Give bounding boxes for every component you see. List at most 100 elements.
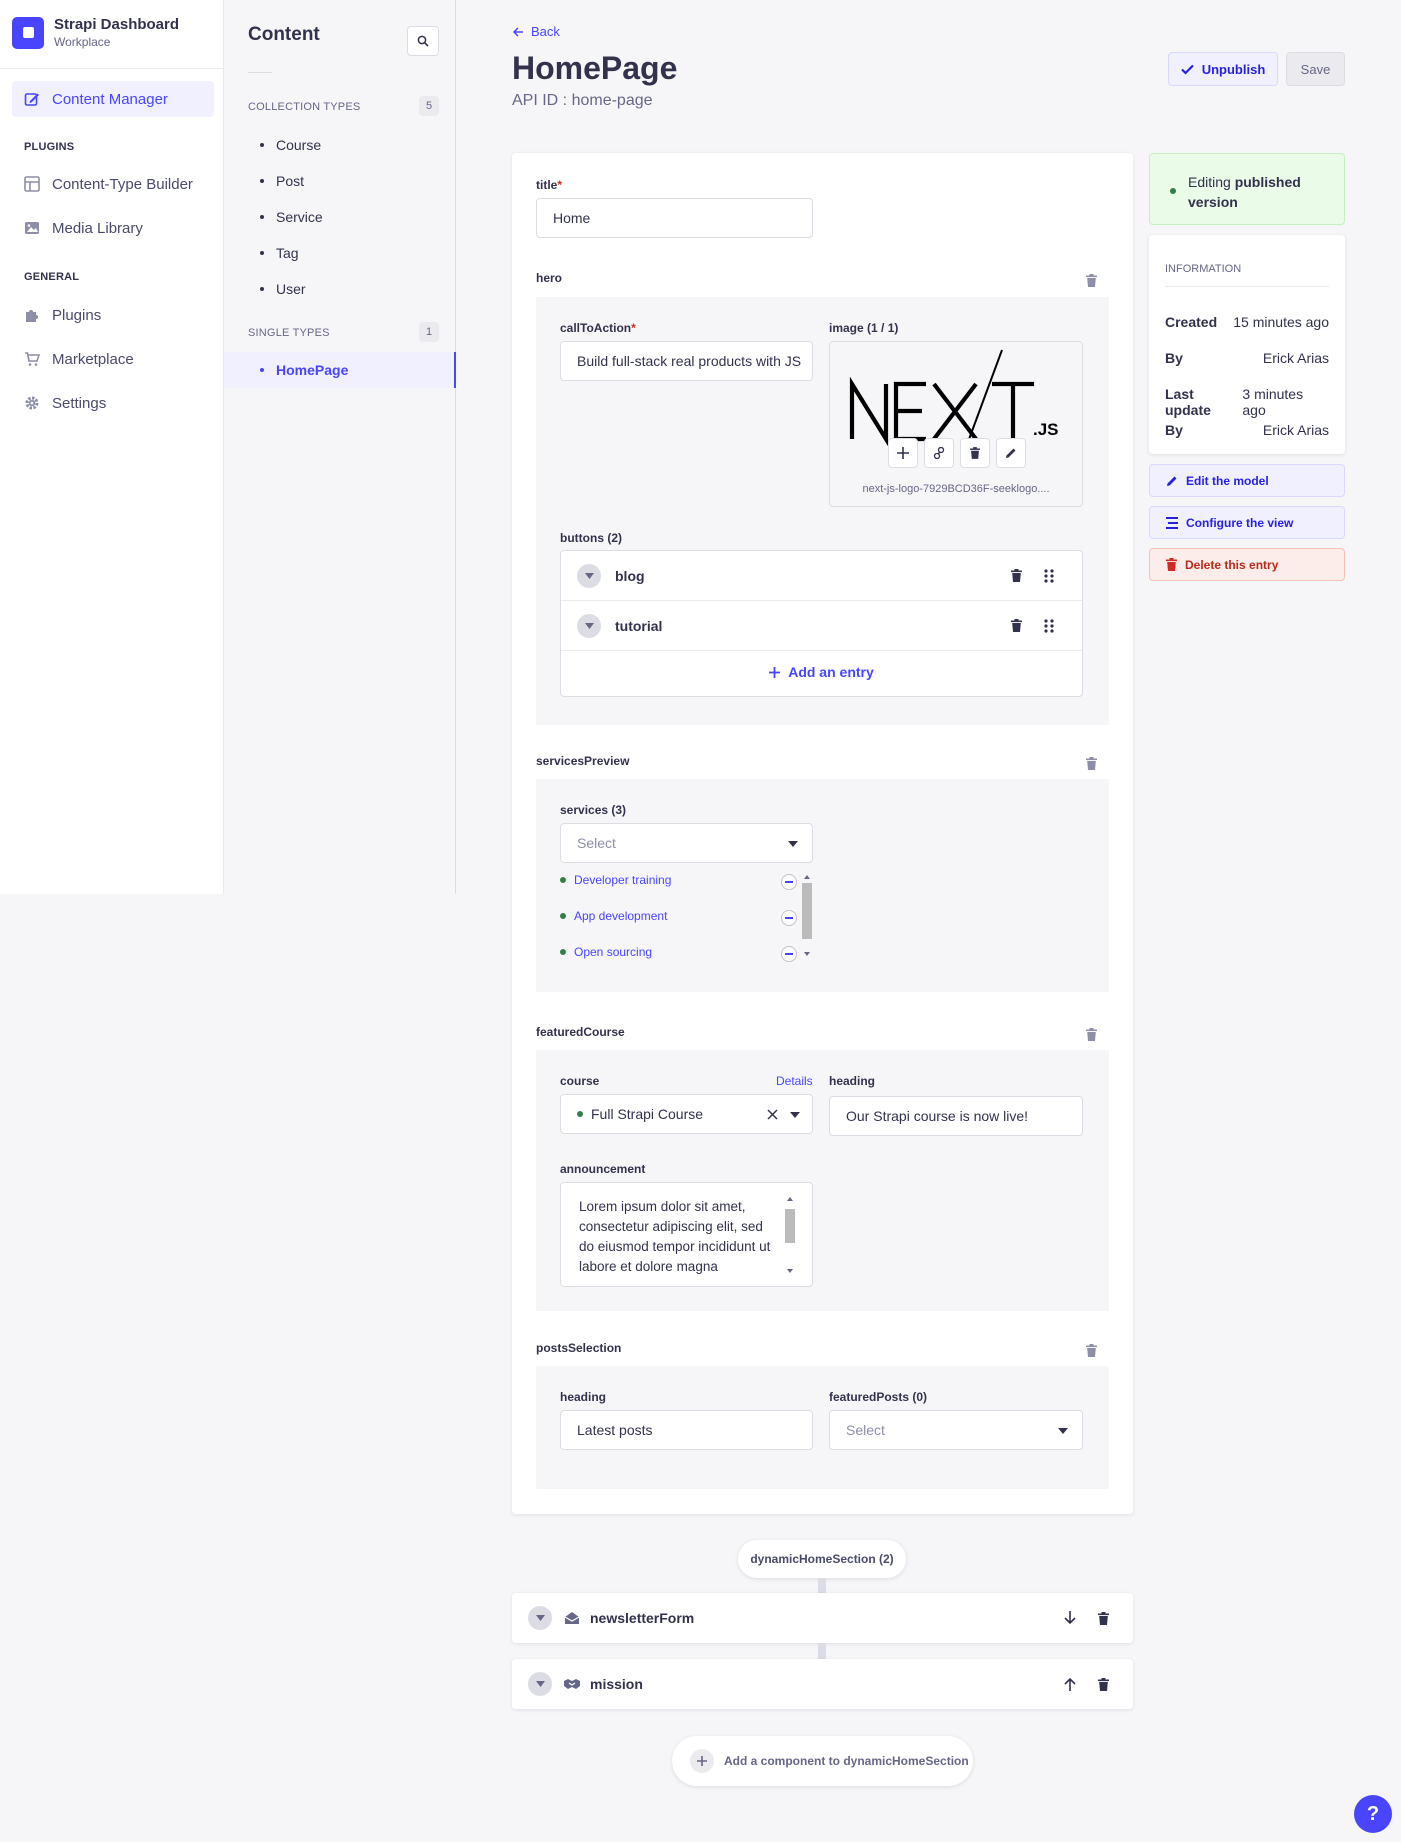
remove-service-button[interactable] (781, 910, 797, 926)
check-icon (1180, 64, 1194, 75)
strapi-logo-icon (12, 16, 44, 49)
delete-hero-icon[interactable] (1084, 273, 1098, 287)
announcement-scrollbar[interactable] (784, 1195, 796, 1275)
drag-handle-icon[interactable] (1044, 618, 1054, 633)
collection-item-user[interactable]: User (260, 281, 306, 297)
edit-image-button[interactable] (996, 438, 1026, 468)
cta-input[interactable]: Build full-stack real products with JS (560, 341, 813, 381)
collection-item-course[interactable]: Course (260, 137, 321, 153)
dz-item-newsletter-form[interactable]: newsletterForm (512, 1593, 1133, 1643)
brand[interactable]: Strapi Dashboard Workplace (12, 16, 179, 49)
drag-handle-icon[interactable] (1044, 568, 1054, 583)
remove-service-button[interactable] (781, 946, 797, 962)
divider (248, 72, 272, 73)
trash-icon[interactable] (1098, 1677, 1109, 1691)
chevron-down-icon (788, 841, 798, 847)
search-button[interactable] (407, 26, 439, 56)
service-item[interactable]: Developer training (560, 873, 671, 887)
arrow-up-icon[interactable] (1064, 1677, 1076, 1691)
edit-model-button[interactable]: Edit the model (1149, 464, 1345, 497)
published-status-text: Editing published version (1188, 172, 1338, 212)
configure-view-button[interactable]: Configure the view (1149, 506, 1345, 539)
collection-item-post[interactable]: Post (260, 173, 304, 189)
button-entry-blog[interactable]: blog (561, 551, 1082, 601)
info-created: Created 15 minutes ago (1165, 314, 1329, 330)
info-key: By (1165, 350, 1183, 366)
status-dot (560, 949, 566, 955)
delete-featured-course-icon[interactable] (1084, 1027, 1098, 1041)
nav-content-manager[interactable]: Content Manager (12, 81, 214, 117)
announcement-text: Lorem ipsum dolor sit amet, consectetur … (579, 1199, 771, 1274)
image-actions (888, 438, 1032, 468)
required-mark: * (557, 178, 563, 192)
posts-heading-input[interactable]: Latest posts (560, 1410, 813, 1450)
chevron-down-icon (1058, 1428, 1068, 1434)
delete-entry-label: Delete this entry (1185, 557, 1279, 572)
announcement-textarea[interactable]: Lorem ipsum dolor sit amet, consectetur … (560, 1182, 813, 1287)
title-input[interactable]: Home (536, 198, 813, 238)
arrow-down-icon[interactable] (1064, 1611, 1076, 1625)
published-status-box: Editing published version (1149, 153, 1345, 225)
delete-services-preview-icon[interactable] (1084, 756, 1098, 770)
back-link[interactable]: Back (512, 24, 560, 39)
collection-item-tag[interactable]: Tag (260, 245, 299, 261)
featured-posts-label: featuredPosts (0) (829, 1390, 928, 1404)
chevron-down-icon[interactable] (528, 1672, 552, 1696)
svg-text:.JS: .JS (1033, 420, 1059, 439)
help-button[interactable]: ? (1354, 1795, 1392, 1833)
info-value: 15 minutes ago (1233, 314, 1329, 330)
course-details-link[interactable]: Details (776, 1074, 813, 1088)
services-preview-label: servicesPreview (536, 754, 630, 768)
nav-plugins[interactable]: Plugins (12, 297, 214, 333)
trash-icon[interactable] (1011, 619, 1022, 632)
nav-marketplace[interactable]: Marketplace (12, 341, 214, 377)
search-icon (417, 35, 429, 47)
chevron-down-icon[interactable] (577, 613, 601, 638)
course-label: course (560, 1074, 600, 1088)
dz-connector (818, 1578, 826, 1593)
unpublish-button[interactable]: Unpublish (1168, 52, 1278, 86)
add-component-button[interactable]: Add a component to dynamicHomeSection (672, 1736, 973, 1786)
collection-item-service[interactable]: Service (260, 209, 323, 225)
services-scrollbar[interactable] (801, 873, 813, 958)
configure-view-label: Configure the view (1186, 515, 1294, 530)
remove-service-button[interactable] (781, 874, 797, 890)
image-media-box[interactable]: .JS next-js-logo-7929BCD36F-seeklogo.... (829, 341, 1083, 507)
trash-icon[interactable] (1098, 1611, 1109, 1625)
dz-item-mission[interactable]: mission (512, 1659, 1133, 1709)
add-image-button[interactable] (888, 438, 918, 468)
services-select[interactable]: Select (560, 823, 813, 863)
button-entry-label: tutorial (615, 617, 663, 634)
service-item[interactable]: App development (560, 909, 667, 923)
dynamic-zone-label[interactable]: dynamicHomeSection (2) (738, 1540, 906, 1578)
close-icon[interactable] (767, 1109, 778, 1120)
save-button[interactable]: Save (1286, 52, 1345, 86)
page-title: HomePage (512, 50, 678, 86)
main-sidebar: Strapi Dashboard Workplace Content Manag… (0, 0, 224, 894)
service-item[interactable]: Open sourcing (560, 945, 652, 959)
services-label: services (3) (560, 803, 627, 817)
nav-settings[interactable]: Settings (12, 385, 214, 421)
button-entry-tutorial[interactable]: tutorial (561, 601, 1082, 651)
hero-group: callToAction* Build full-stack real prod… (536, 297, 1109, 725)
nav-content-type-builder[interactable]: Content-Type Builder (12, 166, 214, 202)
plus-icon (897, 447, 909, 459)
delete-posts-selection-icon[interactable] (1084, 1343, 1098, 1357)
single-item-homepage[interactable]: HomePage (224, 352, 456, 388)
add-entry-button[interactable]: Add an entry (561, 648, 1082, 696)
course-select[interactable]: Full Strapi Course (560, 1094, 813, 1134)
featured-posts-select[interactable]: Select (829, 1410, 1083, 1450)
heading-input[interactable]: Our Strapi course is now live! (829, 1096, 1083, 1136)
nav-media-library[interactable]: Media Library (12, 210, 214, 246)
trash-icon[interactable] (1011, 569, 1022, 582)
delete-image-button[interactable] (960, 438, 990, 468)
chevron-down-icon[interactable] (528, 1606, 552, 1630)
single-count-badge: 1 (419, 322, 439, 342)
delete-entry-button[interactable]: Delete this entry (1149, 548, 1345, 581)
nav-label: Plugins (52, 306, 102, 324)
copy-link-button[interactable] (924, 438, 954, 468)
status-dot (1170, 188, 1176, 194)
buttons-list: blog tutorial Add an entry (560, 550, 1083, 697)
chevron-down-icon[interactable] (577, 563, 601, 588)
cta-label-text: callToAction (560, 321, 632, 335)
